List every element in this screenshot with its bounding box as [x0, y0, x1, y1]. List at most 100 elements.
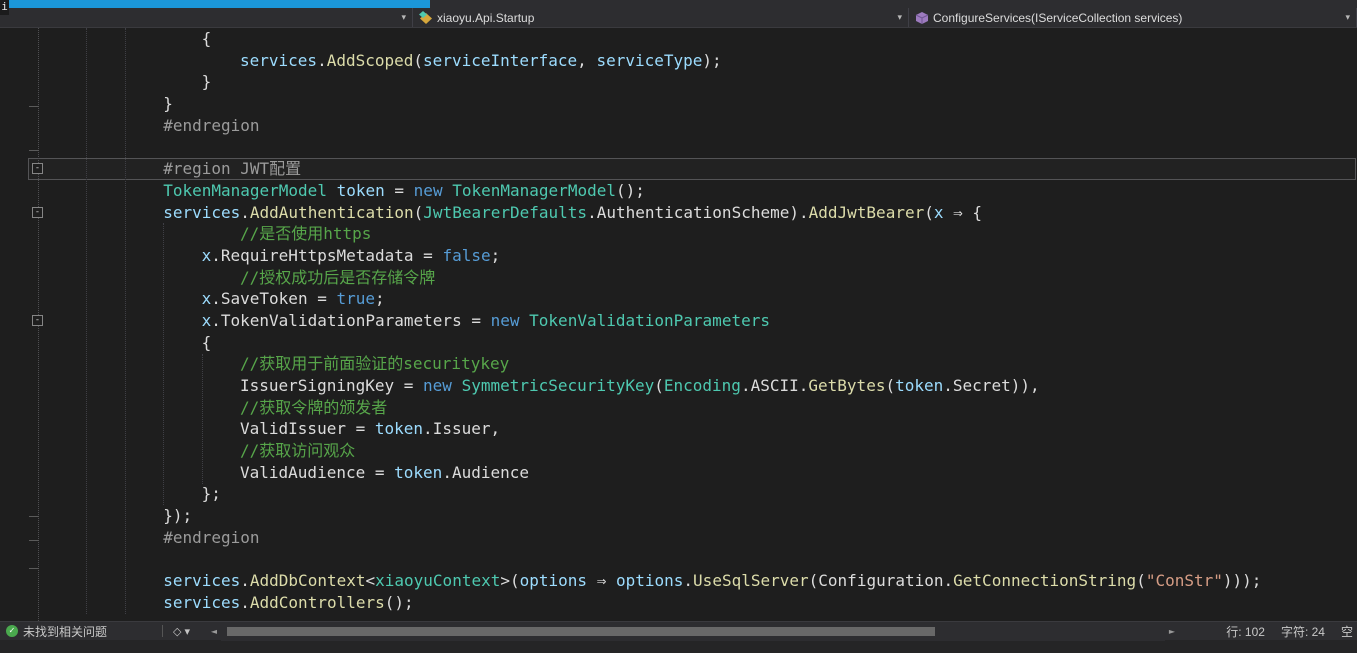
code-line[interactable]: //授权成功后是否存储令牌 [48, 267, 1357, 289]
code-line[interactable]: ValidAudience = token.Audience [48, 462, 1357, 484]
fold-collapse-box[interactable]: - [32, 163, 43, 175]
code-token: = [394, 376, 424, 395]
code-line[interactable]: ValidIssuer = token.Issuer, [48, 418, 1357, 440]
code-token: . [211, 245, 221, 265]
code-line[interactable]: } [48, 71, 1357, 93]
type-dropdown-value: xiaoyu.Api.Startup [437, 10, 535, 25]
outline-end-tick [29, 106, 39, 107]
code-line[interactable]: IssuerSigningKey = new SymmetricSecurity… [48, 375, 1357, 397]
code-line[interactable]: } [48, 93, 1357, 115]
scroll-right-icon[interactable]: ► [1165, 627, 1179, 636]
editor-bottom-bar: ✓ 未找到相关问题 ◇ ▾ ◄ ► 行: 102 字符: 24 空 [0, 621, 1357, 641]
code-line[interactable]: //获取访问观众 [48, 440, 1357, 462]
code-token: new [423, 376, 452, 395]
code-line[interactable]: x.TokenValidationParameters = new TokenV… [48, 310, 1357, 332]
code-line[interactable]: x.SaveToken = true; [48, 288, 1357, 310]
scrollbar-thumb[interactable] [227, 626, 935, 636]
type-dropdown[interactable]: xiaoyu.Api.Startup ▾ [413, 8, 909, 27]
code-token: . [943, 376, 953, 395]
member-dropdown-value: ConfigureServices(IServiceCollection ser… [933, 10, 1183, 25]
code-token: ( [808, 571, 819, 591]
code-line[interactable]: //获取令牌的颁发者 [48, 397, 1357, 419]
health-check-icon: ✓ [6, 625, 18, 637]
code-token: SaveToken [220, 289, 308, 309]
code-token: )), [1010, 376, 1040, 395]
code-line[interactable]: #region JWT配置 [48, 158, 1357, 180]
char-indicator: 字符: 24 [1280, 624, 1325, 639]
code-token: token [336, 180, 385, 200]
code-token: #endregion [163, 527, 260, 547]
code-area[interactable]: {services.AddScoped(serviceInterface, se… [48, 28, 1357, 614]
horizontal-scrollbar[interactable]: ◄ ► [207, 621, 1179, 641]
code-token: true [336, 289, 376, 309]
code-token: . [683, 571, 694, 591]
code-line[interactable]: services.AddAuthentication(JwtBearerDefa… [48, 202, 1357, 224]
code-token: options [519, 571, 588, 591]
code-editor[interactable]: --- {services.AddScoped(serviceInterface… [0, 28, 1357, 621]
code-token: . [943, 571, 954, 591]
code-line[interactable]: { [48, 28, 1357, 50]
code-line[interactable]: services.AddControllers(); [48, 592, 1357, 614]
member-dropdown[interactable]: ConfigureServices(IServiceCollection ser… [909, 8, 1357, 27]
code-token: services [240, 50, 318, 70]
code-token: AddControllers [249, 592, 385, 612]
issues-text: 未找到相关问题 [23, 624, 108, 639]
code-token: ValidIssuer [240, 419, 346, 439]
code-token: . [211, 289, 221, 309]
code-line[interactable]: //获取用于前面验证的securitykey [48, 353, 1357, 375]
code-line[interactable]: services.AddScoped(serviceInterface, ser… [48, 50, 1357, 72]
issues-indicator[interactable]: ✓ 未找到相关问题 [0, 623, 162, 640]
code-line[interactable]: services.AddDbContext<xiaoyuContext>(opt… [48, 570, 1357, 592]
code-token: services [163, 571, 241, 591]
code-token: . [423, 419, 433, 439]
code-token: x [933, 202, 944, 222]
code-token: ); [702, 50, 722, 70]
code-token: Encoding [663, 376, 741, 395]
scrollbar-track[interactable] [221, 621, 1165, 641]
code-token: = [365, 462, 395, 482]
code-token: ( [924, 202, 934, 222]
code-line[interactable] [48, 549, 1357, 571]
scroll-left-icon[interactable]: ◄ [207, 627, 221, 636]
code-token: false [442, 245, 491, 265]
code-line[interactable]: //是否使用https [48, 223, 1357, 245]
code-token: RequireHttpsMetadata [220, 245, 414, 265]
code-line[interactable]: x.RequireHttpsMetadata = false; [48, 245, 1357, 267]
code-line[interactable] [48, 136, 1357, 158]
code-line[interactable]: }); [48, 505, 1357, 527]
code-token: token [895, 376, 944, 395]
code-line[interactable]: #endregion [48, 527, 1357, 549]
vs-window: i ▾ xiaoyu.Api.Startup ▾ ConfigureServic… [0, 0, 1357, 653]
code-token: ⇒ [587, 571, 616, 591]
code-token: . [740, 376, 751, 395]
status-strip [0, 640, 1357, 653]
code-line[interactable]: { [48, 332, 1357, 354]
fold-collapse-box[interactable]: - [32, 315, 43, 327]
class-icon [419, 10, 433, 25]
code-token: ( [654, 376, 664, 395]
code-token: ASCII [750, 376, 799, 395]
code-token: serviceInterface [423, 50, 578, 70]
title-overlay-text: i [0, 0, 9, 15]
code-token: = [461, 310, 491, 330]
code-token: //授权成功后是否存储令牌 [240, 267, 436, 287]
fold-collapse-box[interactable]: - [32, 206, 43, 218]
code-token: . [240, 202, 250, 222]
code-token: x [201, 245, 212, 265]
code-token: } [163, 94, 173, 114]
line-indicator: 行: 102 [1226, 624, 1265, 639]
code-line[interactable]: #endregion [48, 115, 1357, 137]
code-line[interactable]: }; [48, 483, 1357, 505]
title-bar [0, 0, 1357, 8]
code-token: ( [1136, 571, 1146, 591]
code-token: (); [615, 180, 645, 200]
code-line[interactable]: TokenManagerModel token = new TokenManag… [48, 180, 1357, 202]
method-icon [915, 11, 929, 25]
code-cleanup-button[interactable]: ◇ ▾ [163, 625, 207, 638]
title-bar-accent [0, 0, 430, 8]
project-dropdown[interactable]: ▾ [0, 8, 413, 27]
code-token: . [317, 50, 327, 70]
